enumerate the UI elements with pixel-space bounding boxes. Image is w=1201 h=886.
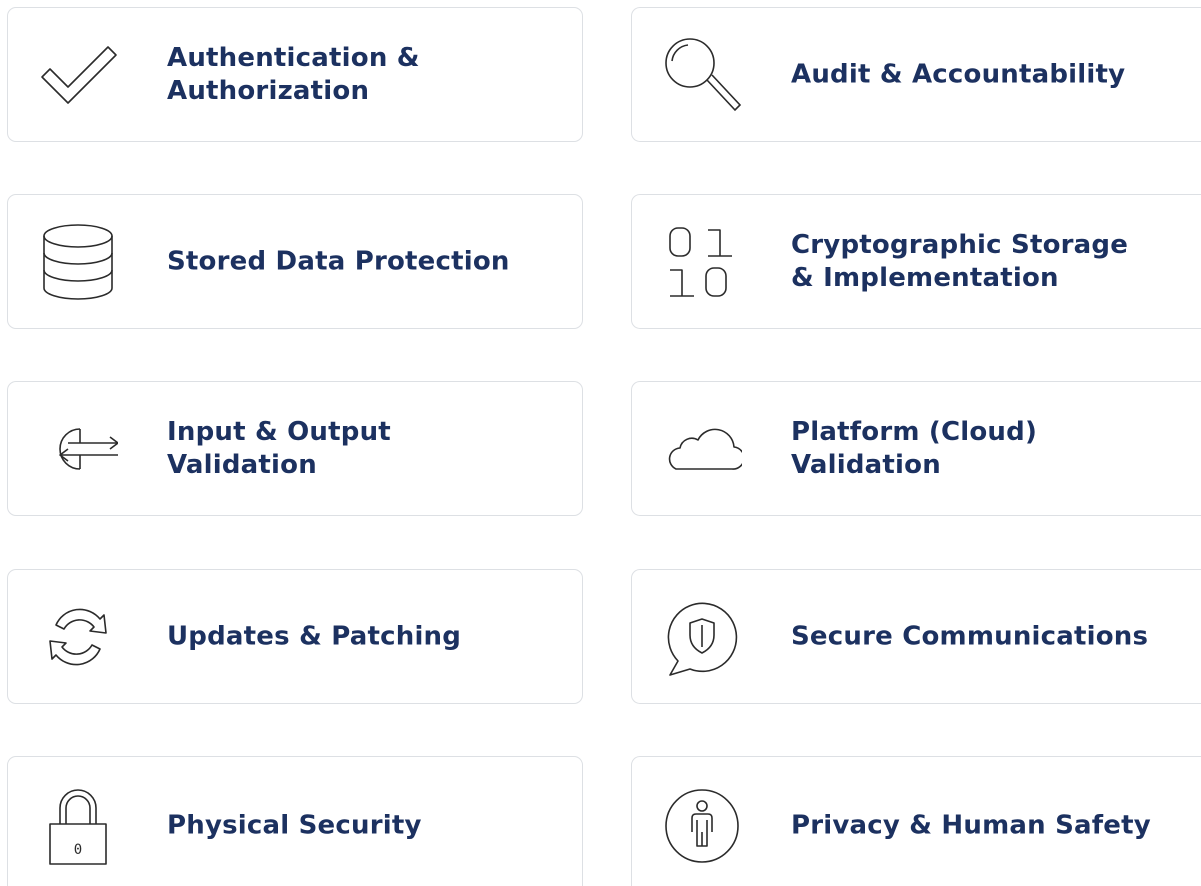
card-label: Secure Communications [791, 621, 1149, 651]
svg-text:0: 0 [74, 842, 82, 858]
binary-icon [662, 222, 742, 302]
cloud-icon [662, 409, 742, 489]
checkmark-icon [38, 35, 118, 115]
card-secure-communications[interactable]: Secure Communications [631, 569, 1201, 704]
card-label: Physical Security [167, 810, 422, 841]
card-label: Updates & Patching [167, 621, 462, 651]
card-input-output-validation[interactable]: Input & Output Validation [7, 381, 583, 516]
card-label: Privacy & Human Safety [791, 810, 1151, 841]
card-label: Authentication & Authorization [167, 42, 420, 106]
input-output-icon [38, 409, 118, 489]
card-physical-security[interactable]: 0 Physical Security [7, 756, 583, 886]
card-label: Stored Data Protection [167, 246, 510, 276]
card-label: Cryptographic Storage & Implementation [791, 229, 1129, 293]
database-icon [38, 222, 118, 302]
card-cryptographic-storage[interactable]: Cryptographic Storage & Implementation [631, 194, 1201, 329]
card-authentication-authorization[interactable]: Authentication & Authorization [7, 7, 583, 142]
card-privacy-human-safety[interactable]: Privacy & Human Safety [631, 756, 1201, 886]
padlock-icon: 0 [38, 786, 118, 866]
card-label: Platform (Cloud) Validation [791, 416, 1038, 480]
card-audit-accountability[interactable]: Audit & Accountability [631, 7, 1201, 142]
shield-chat-icon [662, 597, 742, 677]
card-platform-cloud-validation[interactable]: Platform (Cloud) Validation [631, 381, 1201, 516]
card-label: Audit & Accountability [791, 59, 1126, 89]
magnifier-icon [662, 35, 742, 115]
security-categories-grid: Authentication & Authorization Audit & A… [0, 0, 1201, 886]
card-updates-patching[interactable]: Updates & Patching [7, 569, 583, 704]
refresh-icon [38, 597, 118, 677]
card-label: Input & Output Validation [167, 416, 391, 480]
person-icon [662, 786, 742, 866]
card-stored-data-protection[interactable]: Stored Data Protection [7, 194, 583, 329]
